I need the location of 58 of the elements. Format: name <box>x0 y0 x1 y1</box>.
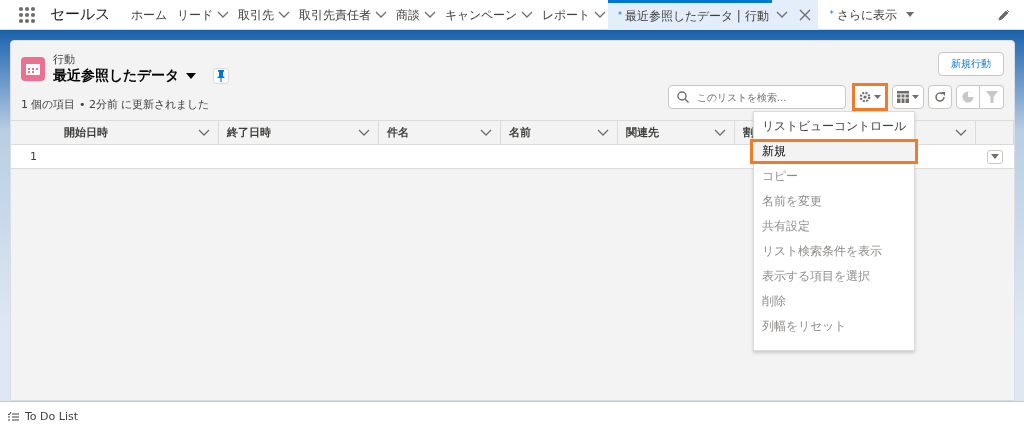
close-icon[interactable] <box>791 0 818 30</box>
app-launcher-icon[interactable] <box>18 5 36 24</box>
column-header[interactable]: 件名 <box>387 125 409 140</box>
new-button[interactable]: 新規行動 <box>938 52 1004 76</box>
search-field[interactable]: このリストを検索... <box>668 85 846 109</box>
table-view-button[interactable] <box>892 85 924 109</box>
row-number: 1 <box>29 149 38 165</box>
chevron-down-icon[interactable] <box>358 128 370 137</box>
chevron-down-icon[interactable] <box>424 10 436 19</box>
column-header[interactable]: 関連先 <box>626 125 659 140</box>
search-icon <box>677 91 689 103</box>
nav-tab[interactable]: 取引先 <box>231 0 277 30</box>
chevron-down-icon[interactable] <box>955 128 967 137</box>
chevron-down-icon[interactable] <box>217 10 229 19</box>
table-icon <box>897 91 909 103</box>
chevron-down-icon[interactable] <box>198 128 210 137</box>
menu-heading: リストビューコントロール <box>761 118 907 135</box>
caret-down-icon <box>991 154 999 159</box>
caret-down-icon <box>874 95 881 99</box>
column-header[interactable]: 名前 <box>509 125 531 140</box>
chevron-down-icon[interactable] <box>521 10 533 19</box>
more-tab[interactable]: * さらに表示 <box>817 0 900 30</box>
filter-icon <box>985 91 998 103</box>
app-name: セールス <box>50 5 110 24</box>
column-header[interactable]: 終了日時 <box>227 125 271 140</box>
gear-icon <box>859 91 871 103</box>
chevron-down-icon[interactable] <box>480 128 492 137</box>
chevron-down-icon[interactable] <box>278 10 290 19</box>
refresh-button[interactable] <box>928 85 952 109</box>
nav-tab[interactable]: キャンペーン <box>438 0 520 30</box>
caret-down-icon[interactable] <box>186 73 196 79</box>
nav-tab[interactable]: 商談 <box>389 0 423 30</box>
chevron-down-icon[interactable] <box>714 128 726 137</box>
list-view-title: 最近参照したデータ <box>53 67 179 85</box>
settings-button[interactable] <box>852 83 888 111</box>
nav-tab[interactable]: レポート <box>535 0 593 30</box>
pie-chart-icon <box>962 91 974 103</box>
refresh-icon <box>934 91 946 103</box>
search-input[interactable]: このリストを検索... <box>695 90 837 104</box>
nav-tab[interactable]: * 最近参照したデータ | 行動 <box>608 0 772 30</box>
checklist-icon <box>8 411 19 422</box>
caret-down-icon <box>912 95 919 99</box>
chevron-down-icon[interactable] <box>594 10 606 19</box>
pencil-icon[interactable] <box>998 8 1010 21</box>
calendar-icon <box>21 56 45 81</box>
object-label: 行動 <box>53 52 76 67</box>
chevron-down-icon[interactable] <box>597 128 609 137</box>
chevron-down-icon[interactable] <box>375 10 387 19</box>
nav-tab[interactable]: リード <box>170 0 216 30</box>
row-action-button[interactable] <box>987 149 1003 164</box>
caret-down-icon <box>905 12 914 17</box>
column-header[interactable]: 開始日時 <box>64 125 108 140</box>
utility-item[interactable]: To Do List <box>25 410 78 423</box>
menu-item[interactable]: 新規 <box>750 139 918 164</box>
status-text: 1 個の項目 • 2分前 に更新されました <box>21 97 211 112</box>
nav-tab[interactable]: 取引先責任者 <box>292 0 374 30</box>
pin-button[interactable] <box>213 68 229 84</box>
nav-tab[interactable]: ホーム <box>124 0 170 30</box>
